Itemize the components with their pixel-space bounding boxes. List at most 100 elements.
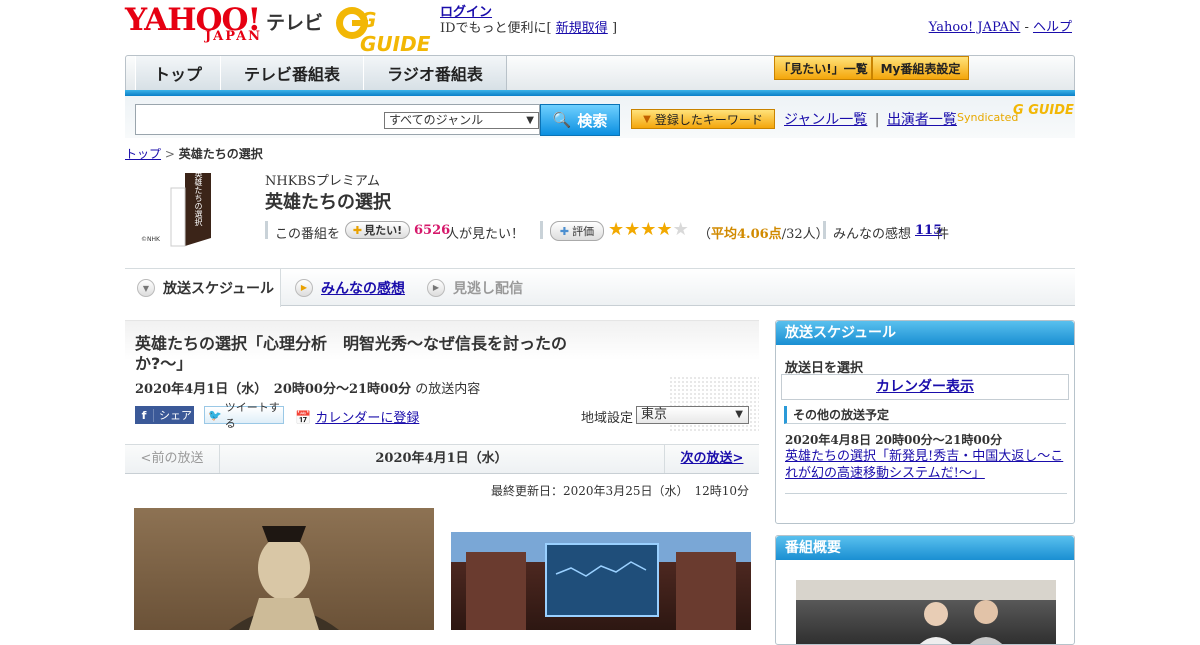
sidebar-summary-box: 番組概要 — [775, 535, 1075, 645]
episode-image-studio — [451, 532, 751, 630]
next-broadcast-link[interactable]: 次の放送> — [664, 445, 759, 473]
mitai-list-button[interactable]: 「見たい!」一覧 — [774, 56, 872, 80]
rating-avg: 平均4.06点 — [711, 227, 782, 242]
tab-schedule[interactable]: ▼ 放送スケジュール — [125, 269, 281, 307]
nav-tab-tv-schedule[interactable]: テレビ番組表 — [220, 56, 364, 90]
calendar-icon: 📅 — [295, 411, 312, 426]
calendar-box: カレンダー表示 — [781, 374, 1069, 400]
rate-button[interactable]: ✚ 評価 — [550, 221, 604, 241]
keyword-button-label: 登録したキーワード — [654, 112, 763, 127]
other-program-link[interactable]: 英雄たちの選択「新発見!秀吉・中国大返し～これが幻の高速移動システムだ!～」 — [785, 448, 1067, 482]
date-nav: <前の放送 2020年4月1日（水） 次の放送> — [125, 444, 759, 474]
sidebar-divider — [785, 493, 1067, 494]
arrow-icon: ▼ — [643, 113, 651, 125]
search-row: すべてのジャンル ▼ 🔍 検索 ▼ 登録したキーワード ジャンル一覧 | 出演者… — [125, 96, 1075, 138]
program-title: 英雄たちの選択 — [265, 192, 391, 213]
mitai-button-label: 見たい! — [364, 224, 403, 237]
star-icon: ★ — [608, 219, 625, 240]
help-link[interactable]: ヘルプ — [1033, 20, 1072, 35]
other-schedule-header: その他の放送予定 — [784, 406, 1066, 424]
yahoo-logo-sub: JAPAN — [205, 29, 263, 44]
prev-broadcast: <前の放送 — [125, 445, 220, 473]
region-select-value: 東京 — [641, 407, 668, 422]
other-schedule-label: その他の放送予定 — [793, 408, 890, 422]
sidebar-summary-header: 番組概要 — [776, 536, 1074, 560]
calendar-register-link: カレンダーに登録 — [315, 411, 420, 426]
gguide-small-logo: G GUIDE — [1013, 103, 1074, 118]
genre-list-link[interactable]: ジャンル一覧 — [784, 112, 867, 128]
rating-summary: （平均4.06点/32人） — [698, 223, 829, 242]
tab-reviews-label: みんなの感想 — [321, 280, 405, 297]
program-logo-text: 英雄たちの選択 — [194, 170, 203, 226]
yahoo-logo[interactable]: YAHOO! JAPAN — [125, 5, 261, 45]
chevron-down-icon: ▼ — [526, 115, 534, 126]
other-datetime: 2020年4月8日 20時00分～21時00分 — [785, 433, 1003, 447]
nav-tab-top[interactable]: トップ — [135, 56, 221, 90]
mitai-prefix: この番組を — [275, 227, 341, 242]
rating-open: （ — [698, 227, 712, 242]
main-nav: トップ テレビ番組表 ラジオ番組表 「見たい!」一覧 My番組表設定 — [125, 55, 1075, 91]
yahoo-japan-link[interactable]: Yahoo! JAPAN — [929, 20, 1021, 35]
facebook-icon: f — [135, 408, 154, 422]
share-button-label: シェア — [159, 409, 192, 422]
search-links-sep: | — [874, 112, 880, 128]
episode-datetime: 2020年4月1日（水） 20時00分～21時00分 — [135, 382, 412, 397]
program-tabs: ▼ 放送スケジュール ▶ みんなの感想 ▶ 見逃し配信 — [125, 268, 1075, 307]
search-input[interactable] — [138, 107, 382, 131]
register-link[interactable]: 新規取得 — [556, 21, 608, 36]
tweet-button[interactable]: 🐦 ツイートする — [204, 401, 284, 430]
date-center: 2020年4月1日（水） — [375, 451, 508, 466]
calendar-register[interactable]: 📅 カレンダーに登録 — [295, 407, 419, 426]
mitai-suffix: 人が見たい！ — [446, 227, 525, 242]
tab-missed-label: 見逃し配信 — [453, 280, 523, 297]
genre-select[interactable]: すべてのジャンル ▼ — [384, 112, 539, 129]
search-button[interactable]: 🔍 検索 — [540, 104, 620, 136]
performer-list-link[interactable]: 出演者一覧 — [887, 112, 957, 128]
search-links: ジャンル一覧 | 出演者一覧 — [784, 109, 957, 129]
rate-button-label: 評価 — [572, 225, 595, 238]
chevron-right-icon: ▶ — [427, 278, 445, 297]
hosts-icon — [796, 580, 1056, 644]
syndicated-label: Syndicated — [957, 111, 1019, 124]
sidebar-schedule-box: 放送スケジュール 放送日を選択 カレンダー表示 その他の放送予定 2020年4月… — [775, 320, 1075, 524]
portrait-icon — [229, 526, 339, 630]
reviews-suffix: 件 — [936, 227, 950, 242]
star-icon: ★ — [640, 219, 657, 240]
region-select[interactable]: 東京 ▼ — [636, 406, 749, 424]
keyword-button[interactable]: ▼ 登録したキーワード — [631, 109, 775, 129]
star-icon: ★ — [624, 219, 641, 240]
tv-label: テレビ — [266, 12, 324, 34]
breadcrumb-sep: > — [164, 147, 175, 161]
mitai-count: 6526 — [414, 223, 451, 238]
plus-icon: ✚ — [352, 223, 363, 237]
twitter-icon: 🐦 — [208, 408, 222, 422]
chevron-down-icon: ▼ — [137, 279, 155, 297]
program-channel: NHKBSプレミアム — [265, 174, 380, 189]
tab-reviews[interactable]: ▶ みんなの感想 — [295, 269, 405, 306]
summary-image — [796, 580, 1056, 644]
breadcrumb-top-link[interactable]: トップ — [125, 147, 161, 161]
chevron-right-icon: ▶ — [295, 278, 313, 297]
nav-tab-radio-schedule[interactable]: ラジオ番組表 — [363, 56, 507, 90]
sidebar-schedule-header: 放送スケジュール — [776, 321, 1074, 345]
share-button[interactable]: f シェア — [135, 406, 194, 424]
reviews-prefix: みんなの感想 — [833, 227, 912, 242]
tab-missed[interactable]: ▶ 見逃し配信 — [427, 269, 523, 306]
mitai-button[interactable]: ✚ 見たい! — [345, 221, 410, 239]
search-input-box[interactable]: すべてのジャンル ▼ — [135, 104, 540, 135]
gguide-logo[interactable]: G GUIDE — [334, 5, 434, 56]
program-actions: この番組を ✚ 見たい! 6526 人が見たい！ ✚ 評価 ★★★★★ （平均4… — [265, 219, 965, 242]
last-updated: 最終更新日：2020年3月25日（水） 12時10分 — [491, 484, 749, 498]
top-right-links: Yahoo! JAPAN - ヘルプ — [929, 16, 1072, 35]
program-logo-nhk: ©NHK — [141, 236, 160, 243]
my-schedule-button[interactable]: My番組表設定 — [872, 56, 969, 80]
search-button-label: 検索 — [577, 111, 608, 130]
help-sep: - — [1024, 20, 1029, 35]
calendar-display-link[interactable]: カレンダー表示 — [876, 379, 974, 395]
region-label: 地域設定 — [581, 411, 634, 426]
login-link[interactable]: ログイン — [440, 5, 492, 20]
episode-title: 英雄たちの選択「心理分析 明智光秀～なぜ信長を討ったのか?～」 — [135, 334, 568, 373]
gguide-logo-text: G GUIDE — [360, 8, 431, 56]
rating-count: /32人） — [781, 227, 829, 242]
login-prefix: IDでもっと便利に[ — [440, 21, 552, 36]
